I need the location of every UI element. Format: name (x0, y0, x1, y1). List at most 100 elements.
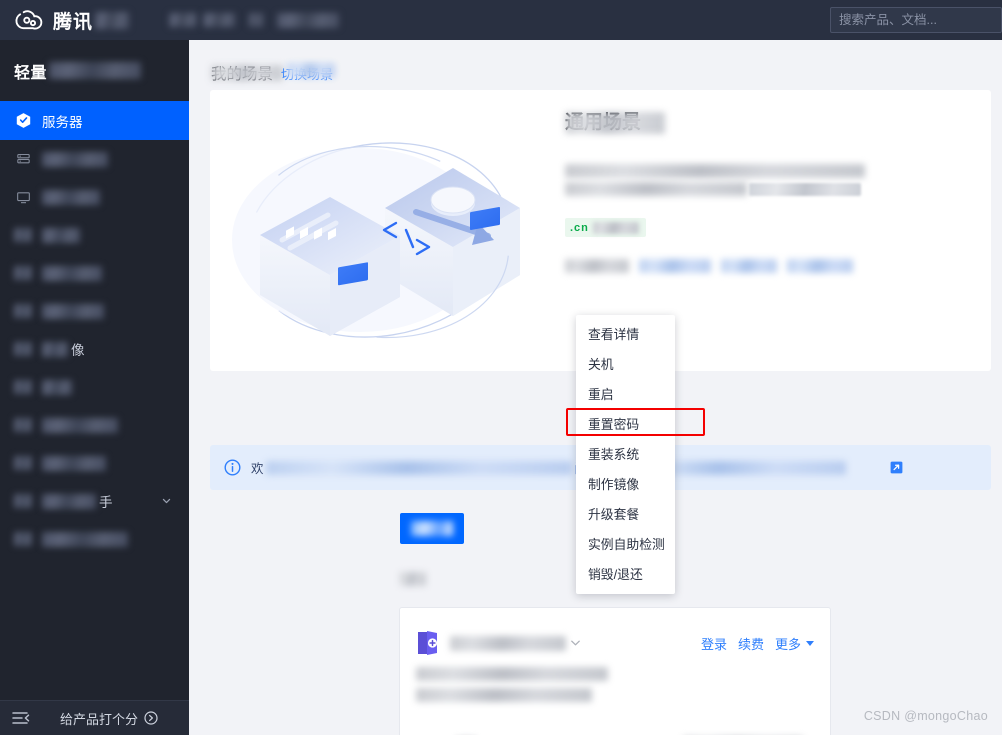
sidebar-item-label-server: 服务器 (42, 114, 83, 130)
topnav-item-2-blurred[interactable] (249, 13, 264, 27)
isometric-server-boxes-illustration (232, 142, 520, 339)
square-icon (14, 380, 32, 394)
watermark: CSDN @mongoChao (863, 709, 988, 723)
renew-link[interactable]: 续费 (738, 634, 764, 653)
sidebar-title: 轻量 (0, 40, 189, 101)
sidebar-item-2[interactable] (0, 178, 189, 216)
search-box[interactable] (830, 7, 1002, 33)
sidebar-item-server[interactable]: 服务器 (0, 101, 189, 140)
menu-item-self-check[interactable]: 实例自助检测 (576, 530, 675, 560)
brand-logo[interactable]: 腾讯 (0, 7, 130, 34)
menu-item-reinstall-system[interactable]: 重装系统 (576, 440, 675, 470)
sidebar-title-suffix-blurred (49, 62, 142, 79)
list-meta (400, 570, 426, 588)
menu-item-upgrade-package[interactable]: 升级套餐 (576, 500, 675, 530)
create-button-label-blurred (411, 521, 453, 536)
square-icon (14, 532, 32, 546)
badge-suffix-blurred (592, 221, 639, 234)
sidebar-item-11-label-blurred (42, 531, 128, 547)
arrow-circle-right-icon (144, 711, 158, 725)
monitor-icon (14, 188, 32, 206)
sidebar-item-4[interactable] (0, 254, 189, 292)
hero-links[interactable] (565, 259, 985, 273)
switch-scene-blur-overlay (287, 63, 336, 78)
hero-desc-line-2-blurred (565, 182, 747, 196)
sidebar-item-11[interactable] (0, 520, 189, 558)
hero-body: 通用场景 .cn (565, 108, 985, 273)
info-circle-icon (224, 459, 241, 476)
instance-actions[interactable]: 登录 续费 更多 (701, 634, 814, 653)
search-input[interactable] (839, 13, 1000, 27)
topnav-item-3-blurred[interactable] (277, 12, 340, 28)
hero-desc-line-1-blurred (565, 164, 865, 178)
page-title-blur-overlay (211, 65, 283, 81)
hero-desc-tail-semi-visible (749, 182, 861, 196)
sidebar-item-7[interactable] (0, 368, 189, 406)
hero-link-2-blurred[interactable] (721, 259, 777, 273)
external-link-icon[interactable] (890, 461, 903, 474)
sidebar: 轻量 服务器 像 手 给产品打个分 (0, 40, 189, 735)
sidebar-item-image[interactable]: 像 (0, 330, 189, 368)
square-icon (14, 418, 32, 432)
sidebar-item-expandable[interactable]: 手 (0, 482, 189, 520)
context-menu[interactable]: 查看详情 关机 重启 重置密码 重装系统 制作镜像 升级套餐 实例自助检测 销毁… (576, 315, 675, 594)
status-badge: .cn (565, 218, 646, 237)
topnav-item-1-blurred[interactable] (203, 13, 236, 27)
sidebar-item-8[interactable] (0, 406, 189, 444)
more-link[interactable]: 更多 (775, 634, 801, 653)
hero-link-1-blurred[interactable] (639, 259, 711, 273)
sidebar-item-1-label-blurred (42, 151, 108, 167)
menu-item-view-details[interactable]: 查看详情 (576, 320, 675, 350)
topnav-item-0-blurred[interactable] (169, 13, 198, 27)
sidebar-item-9-label-blurred (42, 455, 106, 471)
instance-name[interactable] (450, 635, 701, 651)
caret-down-icon[interactable] (806, 640, 814, 646)
tencent-cloud-logo-icon (15, 10, 43, 30)
instance-card[interactable]: 登录 续费 更多 运行中 › (399, 607, 831, 735)
info-text-body-blurred (265, 460, 572, 475)
page-header: 我的场景 切换场景 (189, 40, 1002, 84)
hero-link-3-blurred[interactable] (787, 259, 853, 273)
menu-item-reset-password[interactable]: 重置密码 (576, 410, 675, 440)
rate-product-button[interactable]: 给产品打个分 (60, 709, 158, 728)
server-stack-icon (14, 150, 32, 168)
switch-scene-link[interactable]: 切换场景 (281, 63, 336, 83)
menu-item-destroy-refund[interactable]: 销毁/退还 (576, 560, 675, 590)
menu-item-restart[interactable]: 重启 (576, 380, 675, 410)
hero-heading: 通用场景 (565, 108, 985, 138)
sidebar-footer: 给产品打个分 (0, 700, 189, 735)
create-instance-button[interactable] (400, 513, 464, 544)
square-icon (14, 228, 32, 242)
hero-link-0-blurred[interactable] (565, 259, 629, 273)
instance-door-icon (418, 631, 438, 655)
instance-detail-line-1-blurred (416, 667, 608, 681)
brand-name: 腾讯 (53, 11, 94, 33)
square-icon (14, 456, 32, 470)
top-bar: 腾讯 (0, 0, 1002, 40)
sidebar-item-2-label-blurred (42, 189, 100, 205)
info-banner-text: 欢 问卷 (251, 458, 846, 477)
sidebar-item-3-label-blurred (42, 227, 80, 243)
rate-product-label: 给产品打个分 (60, 711, 139, 727)
instance-card-header: 登录 续费 更多 (400, 608, 830, 656)
sidebar-item-5[interactable] (0, 292, 189, 330)
collapse-sidebar-icon[interactable] (12, 711, 30, 725)
sidebar-item-1[interactable] (0, 140, 189, 178)
sidebar-item-label-10: 手 (99, 495, 113, 510)
sidebar-item-9[interactable] (0, 444, 189, 482)
menu-item-shutdown[interactable]: 关机 (576, 350, 675, 380)
sidebar-item-8-label-blurred (42, 417, 118, 433)
chevron-down-icon[interactable] (571, 640, 580, 646)
chevron-down-icon[interactable] (162, 497, 171, 506)
instance-name-blurred (450, 635, 566, 651)
brand-suffix-blurred (95, 11, 130, 29)
sidebar-item-10-prefix-blurred (42, 493, 96, 509)
menu-item-create-image[interactable]: 制作镜像 (576, 470, 675, 500)
sidebar-item-5-label-blurred (42, 303, 104, 319)
hero-description (565, 164, 985, 196)
square-icon (14, 266, 32, 280)
square-icon (14, 304, 32, 318)
login-link[interactable]: 登录 (701, 634, 727, 653)
sidebar-item-3[interactable] (0, 216, 189, 254)
hero-heading-blur-overlay (565, 112, 665, 134)
